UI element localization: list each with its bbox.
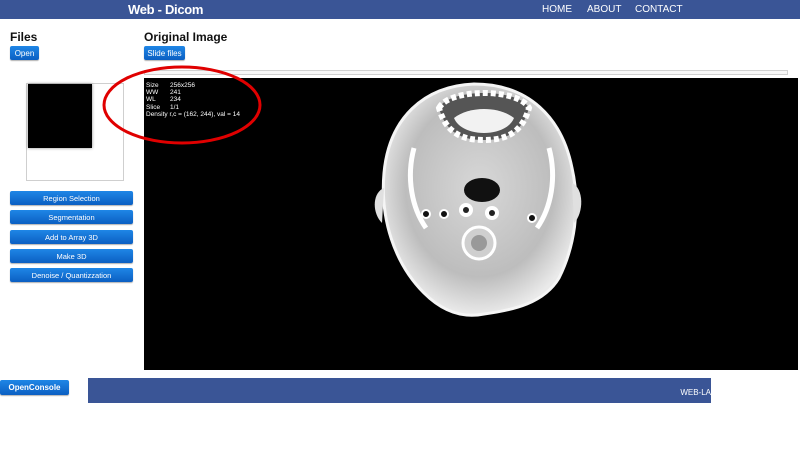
nav-home-link[interactable]: HOME xyxy=(542,4,572,15)
open-button[interactable]: Open xyxy=(10,46,39,60)
nav-about-link[interactable]: ABOUT xyxy=(587,4,621,15)
ear-left-shape xyxy=(374,188,384,223)
footer-text: WEB-LA xyxy=(680,388,711,397)
original-image-title: Original Image xyxy=(144,30,228,44)
nav-contact-link[interactable]: CONTACT xyxy=(635,4,683,15)
open-console-button[interactable]: OpenConsole xyxy=(0,380,69,395)
vessel-right xyxy=(527,213,537,223)
highlight-ellipse xyxy=(102,65,262,145)
slide-files-button[interactable]: Slide files xyxy=(144,46,185,60)
top-navbar: Web - Dicom HOME ABOUT CONTACT xyxy=(0,0,800,19)
vessel-center xyxy=(439,209,449,219)
footer-bar: WEB-LA xyxy=(88,378,711,403)
airway-shape xyxy=(464,178,500,202)
vessel-left xyxy=(421,209,431,219)
vertebra-right-hole xyxy=(489,210,495,216)
vertebra-left-hole xyxy=(463,207,469,213)
region-selection-button[interactable]: Region Selection xyxy=(10,191,133,205)
dicom-thumbnail[interactable] xyxy=(28,84,92,148)
segmentation-button[interactable]: Segmentation xyxy=(10,210,133,224)
denoise-quantizzation-button[interactable]: Denoise / Quantizzation xyxy=(10,268,133,282)
files-title: Files xyxy=(10,30,38,44)
make-3d-button[interactable]: Make 3D xyxy=(10,249,133,263)
add-to-array-3d-button[interactable]: Add to Array 3D xyxy=(10,230,133,244)
spinal-cord xyxy=(471,235,487,251)
brand-logo[interactable]: Web - Dicom xyxy=(128,2,204,17)
